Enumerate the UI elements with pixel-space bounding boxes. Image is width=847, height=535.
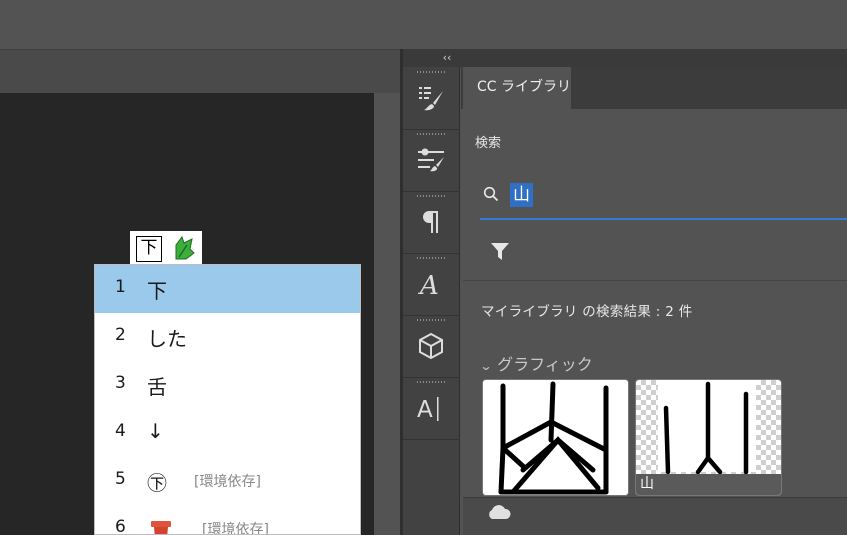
ime-candidate[interactable]: 1 下 [95, 265, 360, 313]
filter-icon[interactable] [490, 240, 510, 262]
paragraph-button[interactable] [403, 191, 460, 254]
candidate-text: ㊦ [147, 471, 167, 495]
candidate-text: ↓ [147, 419, 164, 443]
grip-handle[interactable] [417, 257, 447, 259]
ime-candidate[interactable]: 2 した [95, 313, 360, 361]
ime-candidate[interactable]: 6 [環境依存] [95, 505, 360, 535]
brush-settings-button[interactable] [403, 129, 460, 192]
svg-text:A: A [417, 397, 433, 423]
thumbnail-label: 山 [636, 474, 781, 495]
document-tab-bar [0, 49, 400, 93]
brush-settings-icon [418, 148, 444, 172]
svg-text:A: A [418, 271, 439, 299]
application-top-bar [0, 0, 847, 49]
mountain-glyph-bold [483, 380, 628, 495]
candidate-number: 2 [115, 325, 126, 345]
ime-candidate[interactable]: 5 ㊦ [環境依存] [95, 457, 360, 505]
candidate-number: 4 [115, 421, 126, 441]
graphics-section-header[interactable]: ⌄ グラフィック [479, 351, 593, 375]
ime-candidate[interactable]: 4 ↓ [95, 409, 360, 457]
candidate-note: [環境依存] [202, 522, 269, 535]
character-styles-icon: A [418, 271, 439, 299]
red-pot-icon [151, 521, 171, 534]
brush-presets-icon [419, 87, 443, 111]
ime-dictionary-icon [175, 235, 195, 260]
brush-presets-button[interactable] [403, 67, 460, 130]
grip-handle[interactable] [417, 319, 447, 321]
candidate-text: 舌 [147, 375, 167, 399]
glyphs-icon: A [417, 397, 439, 423]
3d-cube-icon [419, 332, 443, 360]
paragraph-icon [423, 211, 438, 233]
candidate-text: した [147, 327, 187, 351]
candidate-number: 6 [115, 517, 126, 535]
graphic-thumbnail[interactable] [482, 379, 629, 496]
candidate-note: [環境依存] [194, 474, 261, 490]
candidate-number: 5 [115, 469, 126, 489]
panel-collapse-strip [403, 49, 847, 67]
search-input-value[interactable]: 山 [510, 183, 533, 207]
search-heading: 検索 [475, 136, 502, 151]
candidate-number: 1 [115, 277, 126, 297]
search-icon [483, 186, 499, 202]
search-results-summary: マイライブラリ の検索結果 : 2 件 [481, 304, 693, 320]
cloud-icon[interactable] [486, 503, 512, 523]
ime-candidate[interactable]: 3 舌 [95, 361, 360, 409]
graphic-thumbnail[interactable]: 山 [635, 379, 782, 496]
ime-composition-indicator: 下 [130, 231, 202, 265]
candidate-number: 3 [115, 373, 126, 393]
ime-candidate-list: 1 下 2 した 3 舌 4 ↓ 5 ㊦ [環境依存] 6 [環境依存] [94, 264, 361, 535]
grip-handle[interactable] [417, 133, 447, 135]
candidate-text: 下 [147, 279, 167, 303]
collapse-panels-button[interactable]: ‹‹ [438, 49, 456, 67]
canvas-scrollbar[interactable] [374, 93, 400, 535]
grip-handle[interactable] [417, 195, 447, 197]
glyphs-button[interactable]: A [403, 377, 460, 440]
panel-bottom-bar [463, 497, 847, 535]
3d-button[interactable] [403, 315, 460, 378]
chevron-down-icon: ⌄ [479, 359, 493, 373]
character-styles-button[interactable]: A [403, 253, 460, 316]
panel-icon-strip: A A [403, 67, 460, 535]
tab-cc-libraries[interactable]: CC ライブラリ [463, 67, 571, 109]
graphics-section-label: グラフィック [497, 355, 593, 374]
grip-handle[interactable] [417, 71, 447, 73]
divider [463, 280, 847, 281]
ime-composition-char: 下 [136, 236, 162, 262]
search-input[interactable] [480, 178, 847, 220]
grip-handle[interactable] [417, 381, 447, 383]
